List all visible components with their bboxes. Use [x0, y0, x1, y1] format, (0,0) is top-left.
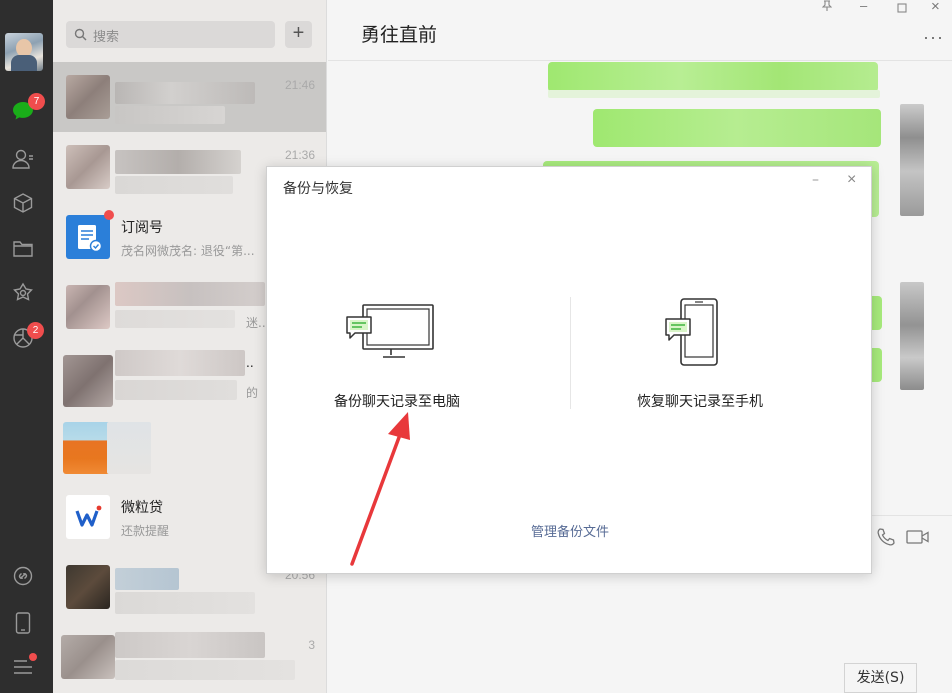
- chat-icon[interactable]: 7: [11, 93, 45, 123]
- dialog-close-button[interactable]: ×: [847, 171, 856, 189]
- contact-avatar: [66, 75, 110, 119]
- folder-icon[interactable]: [11, 236, 35, 260]
- message-preview: 的: [246, 386, 259, 400]
- computer-icon: [346, 304, 434, 358]
- options-divider: [570, 297, 571, 409]
- phone-icon: [665, 298, 718, 366]
- contact-avatar: [66, 145, 110, 189]
- chat-title: 勇往直前: [361, 24, 438, 46]
- more-options-icon[interactable]: ···: [923, 27, 944, 48]
- search-input[interactable]: 搜索: [93, 26, 119, 45]
- message-time: 21:36: [284, 148, 315, 162]
- search-box[interactable]: 搜索: [66, 21, 275, 48]
- chat-unread-badge: 7: [28, 93, 45, 110]
- blurred-name: [115, 150, 241, 174]
- blurred-preview: [115, 592, 255, 614]
- blurred-name: [115, 632, 265, 658]
- message-bubble: [593, 109, 881, 147]
- send-button[interactable]: 发送(S): [844, 663, 917, 693]
- blurred-preview: [115, 660, 295, 680]
- contact-name: 微粒贷: [121, 500, 163, 516]
- pin-icon[interactable]: [821, 0, 833, 15]
- blurred-avatar: [900, 104, 924, 216]
- blurred-avatar: [900, 282, 924, 390]
- blurred-name: [115, 82, 255, 104]
- search-icon: [74, 28, 87, 41]
- blurred-name: [107, 422, 151, 474]
- bubble-shadow: [548, 90, 880, 98]
- video-call-icon[interactable]: [906, 529, 930, 549]
- left-nav: 7 2: [0, 0, 53, 693]
- blurred-name: [115, 568, 179, 590]
- list-item[interactable]: 21:46: [53, 62, 326, 132]
- backup-to-pc-option[interactable]: 备份聊天记录至电脑: [277, 297, 517, 417]
- contacts-icon[interactable]: [11, 147, 35, 171]
- blurred-preview: [115, 106, 225, 124]
- list-item[interactable]: 3: [53, 622, 326, 692]
- message-time: 21:46: [284, 78, 315, 92]
- add-chat-button[interactable]: +: [285, 21, 312, 48]
- subscription-avatar: [66, 215, 110, 259]
- close-icon[interactable]: ×: [931, 0, 940, 15]
- voice-call-icon[interactable]: [876, 527, 896, 551]
- message-bubble: [548, 62, 878, 92]
- weilidai-avatar: [66, 495, 110, 539]
- miniprogram-icon[interactable]: [11, 281, 35, 305]
- manage-backups-link[interactable]: 管理备份文件: [267, 521, 873, 540]
- menu-icon[interactable]: [11, 653, 37, 679]
- menu-notification-dot: [29, 653, 37, 661]
- contact-avatar: [66, 285, 110, 329]
- dialog-title: 备份与恢复: [283, 181, 353, 197]
- subscription-icon: [78, 225, 103, 253]
- phone-icon[interactable]: [11, 611, 35, 635]
- contact-avatar: [63, 355, 113, 407]
- backup-to-pc-label: 备份聊天记录至电脑: [334, 394, 460, 410]
- blurred-name: [115, 350, 245, 376]
- collection-icon[interactable]: [11, 191, 35, 215]
- message-time: 3: [308, 638, 315, 652]
- weilidai-logo-icon: [75, 505, 102, 527]
- blurred-preview: [115, 310, 235, 328]
- restore-to-phone-label: 恢复聊天记录至手机: [637, 394, 763, 410]
- moments-icon[interactable]: 2: [11, 322, 44, 350]
- contact-avatar: [63, 422, 111, 474]
- unread-dot: [104, 210, 114, 220]
- header-divider: [328, 60, 952, 61]
- contact-name: ..: [246, 356, 254, 370]
- moments-unread-badge: 2: [27, 322, 44, 339]
- backup-restore-dialog: 备份与恢复 – × 备份聊天记录至电脑 恢复聊天记录至手机 管理备份文件: [266, 166, 872, 574]
- blurred-preview: [115, 380, 237, 400]
- minimize-icon[interactable]: –: [860, 0, 867, 13]
- avatar-body: [11, 55, 37, 71]
- link-icon[interactable]: [11, 564, 35, 588]
- contact-name: 订阅号: [121, 220, 163, 236]
- message-preview: 茂名网微茂名: 退役“第...: [121, 244, 255, 258]
- message-preview: 还款提醒: [121, 524, 170, 538]
- maximize-icon[interactable]: [897, 1, 907, 16]
- contact-avatar: [66, 565, 110, 609]
- user-avatar[interactable]: [5, 33, 43, 71]
- restore-to-phone-option[interactable]: 恢复聊天记录至手机: [580, 297, 820, 417]
- blurred-name: [115, 282, 265, 306]
- contact-avatar: [61, 635, 115, 679]
- blurred-preview: [115, 176, 233, 194]
- dialog-minimize-button[interactable]: –: [812, 172, 819, 188]
